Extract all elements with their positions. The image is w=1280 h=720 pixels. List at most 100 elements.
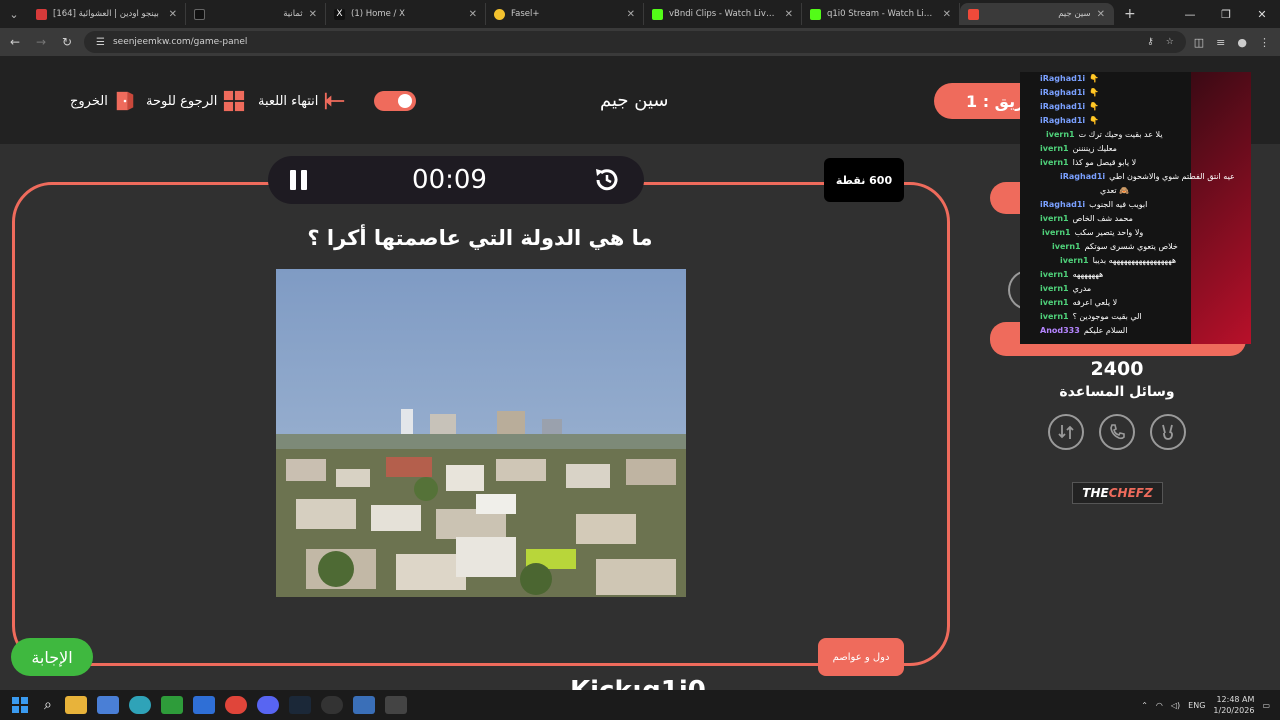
close-window-icon[interactable]: ✕ <box>1244 8 1280 21</box>
file-explorer-icon[interactable] <box>64 696 87 714</box>
tab-title: Fasel+ <box>511 9 540 19</box>
tab-search-icon[interactable]: ⌄ <box>0 0 28 28</box>
end-game-link[interactable]: انتهاء اللعبة <box>258 90 346 112</box>
browser-tab[interactable]: q1i0 Stream - Watch Live on Kick ✕ <box>802 3 960 25</box>
chat-message: ivern1 معليك زيننننن <box>1040 144 1117 157</box>
site-info-icon[interactable]: ☰ <box>96 37 105 48</box>
extensions-icon[interactable]: ◫ <box>1194 36 1204 49</box>
chat-user: ivern1 <box>1052 242 1081 251</box>
chat-message: iRaghad1i 👇 <box>1040 74 1099 87</box>
menu-kebab-icon[interactable]: ⋮ <box>1259 36 1270 49</box>
tab-title: سين جيم <box>1058 9 1091 19</box>
close-icon[interactable]: ✕ <box>469 9 477 20</box>
clock[interactable]: 12:48 AM 1/20/2026 <box>1213 694 1254 716</box>
store-icon[interactable] <box>96 696 119 714</box>
xbox-icon[interactable] <box>160 696 183 714</box>
back-to-board-link[interactable]: الرجوع للوحة <box>146 90 245 112</box>
volume-icon[interactable]: ◁) <box>1171 701 1180 710</box>
chat-text: السلام عليكم <box>1083 326 1128 335</box>
tab-title: (1) Home / X <box>351 9 405 19</box>
reload-icon[interactable]: ↻ <box>58 35 76 49</box>
chat-text: معليك زيننننن <box>1072 144 1117 153</box>
game-panel-page: الخروج الرجوع للوحة انتهاء اللعبة سين جي… <box>0 56 1280 706</box>
url-field[interactable]: ☰ seenjeemkw.com/game-panel ⚷ ☆ <box>84 31 1186 53</box>
swap-question-helper[interactable] <box>1048 414 1084 450</box>
toggle-knob <box>398 94 412 108</box>
browser-tab[interactable]: Fasel+ ✕ <box>486 3 644 25</box>
sponsor-text-1: THE <box>1082 486 1109 500</box>
browser-tab-active[interactable]: سين جيم ✕ <box>960 3 1114 25</box>
chat-user: ivern1 <box>1040 284 1069 293</box>
chat-text: لا يلعي اعرفه <box>1072 298 1118 307</box>
close-icon[interactable]: ✕ <box>627 9 635 20</box>
helpers-title: وسائل المساعدة <box>1059 384 1175 400</box>
back-arrow-icon[interactable]: ← <box>6 35 24 49</box>
minimize-icon[interactable]: — <box>1172 8 1208 21</box>
notification-icon[interactable]: ▭ <box>1262 701 1270 710</box>
tab-favicon-icon <box>494 8 505 20</box>
call-friend-helper[interactable] <box>1099 414 1135 450</box>
chat-user: iRaghad1i <box>1060 172 1106 181</box>
edge-icon[interactable] <box>128 696 151 714</box>
close-icon[interactable]: ✕ <box>309 9 317 20</box>
app-icon[interactable] <box>384 696 407 714</box>
chat-message: iRaghad1i 👇 <box>1040 116 1099 129</box>
windows-start-icon[interactable] <box>12 697 28 713</box>
question-image <box>276 269 686 597</box>
taskbar: ⌕ ⌃ ◠ ◁) ENG 12:48 AM 1/20/2026 ▭ <box>0 690 1280 720</box>
steam-icon[interactable] <box>288 696 311 714</box>
obs-icon[interactable] <box>320 696 343 714</box>
forward-arrow-icon[interactable]: → <box>32 35 50 49</box>
pause-icon[interactable] <box>290 170 307 190</box>
chat-message: ivern1 هههههههه <box>1040 270 1103 283</box>
discord-icon[interactable] <box>256 696 279 714</box>
profile-avatar-icon[interactable]: ● <box>1237 36 1247 49</box>
sponsor-logo: THE CHEFZ <box>1072 482 1163 504</box>
exit-door-icon <box>116 91 134 111</box>
close-icon[interactable]: ✕ <box>785 9 793 20</box>
wifi-icon[interactable]: ◠ <box>1156 701 1163 710</box>
system-tray: ⌃ ◠ ◁) ENG 12:48 AM 1/20/2026 ▭ <box>1141 694 1280 716</box>
chat-user: iRaghad1i <box>1040 116 1086 125</box>
clock-date: 1/20/2026 <box>1213 706 1255 715</box>
exit-link[interactable]: الخروج <box>70 90 136 112</box>
game-toggle[interactable] <box>374 91 416 111</box>
chat-message: iRaghad1i 👇 <box>1040 102 1099 115</box>
maximize-icon[interactable]: ❐ <box>1208 8 1244 21</box>
close-icon[interactable]: ✕ <box>943 9 951 20</box>
chrome-icon[interactable] <box>224 696 247 714</box>
media-icon[interactable]: ≡ <box>1216 36 1225 49</box>
new-tab-icon[interactable]: + <box>1114 6 1146 22</box>
clock-time: 12:48 AM <box>1216 695 1255 704</box>
browser-tab[interactable]: بينجو اودين | العشوائية [164] ✕ <box>28 3 186 25</box>
kick-logo-icon <box>810 8 821 20</box>
city-skyline-image <box>276 269 686 597</box>
reset-timer-icon[interactable] <box>592 165 622 195</box>
language-indicator[interactable]: ENG <box>1188 701 1205 710</box>
key-icon[interactable]: ⚷ <box>1147 37 1154 47</box>
chat-text: ولا واحد يتصير سكب <box>1074 228 1144 237</box>
kick-logo-icon <box>652 8 663 20</box>
search-icon[interactable]: ⌕ <box>44 697 52 713</box>
chat-text: ابويب فيه الجنوب <box>1089 200 1148 209</box>
answer-button[interactable]: الإجابة <box>11 638 93 676</box>
app-icon[interactable] <box>192 696 215 714</box>
chat-message: Anod333 السلام عليكم <box>1040 326 1127 339</box>
browser-tab[interactable]: vBndi Clips - Watch Live on Kick ✕ <box>644 3 802 25</box>
chat-text: هههههههه <box>1072 270 1104 279</box>
close-icon[interactable]: ✕ <box>169 9 177 20</box>
chat-message: iRaghad1i عيه انتق الفطتم شوي والاشحون اط… <box>1060 172 1235 185</box>
brand-title: سين جيم <box>600 90 669 111</box>
chevron-up-icon[interactable]: ⌃ <box>1141 701 1148 710</box>
browser-tab[interactable]: X (1) Home / X ✕ <box>326 3 486 25</box>
close-icon[interactable]: ✕ <box>1097 9 1105 20</box>
shield-icon[interactable] <box>352 696 375 714</box>
browser-tab[interactable]: ثمانية ✕ <box>186 3 326 25</box>
double-answer-helper[interactable] <box>1150 414 1186 450</box>
chat-user: ivern1 <box>1060 256 1089 265</box>
url-text: seenjeemkw.com/game-panel <box>112 37 248 47</box>
chat-text: مدري <box>1072 284 1092 293</box>
timer-bar: 00:09 <box>268 156 644 204</box>
category-badge: دول و عواصم <box>818 638 904 676</box>
bookmark-star-icon[interactable]: ☆ <box>1166 37 1174 47</box>
